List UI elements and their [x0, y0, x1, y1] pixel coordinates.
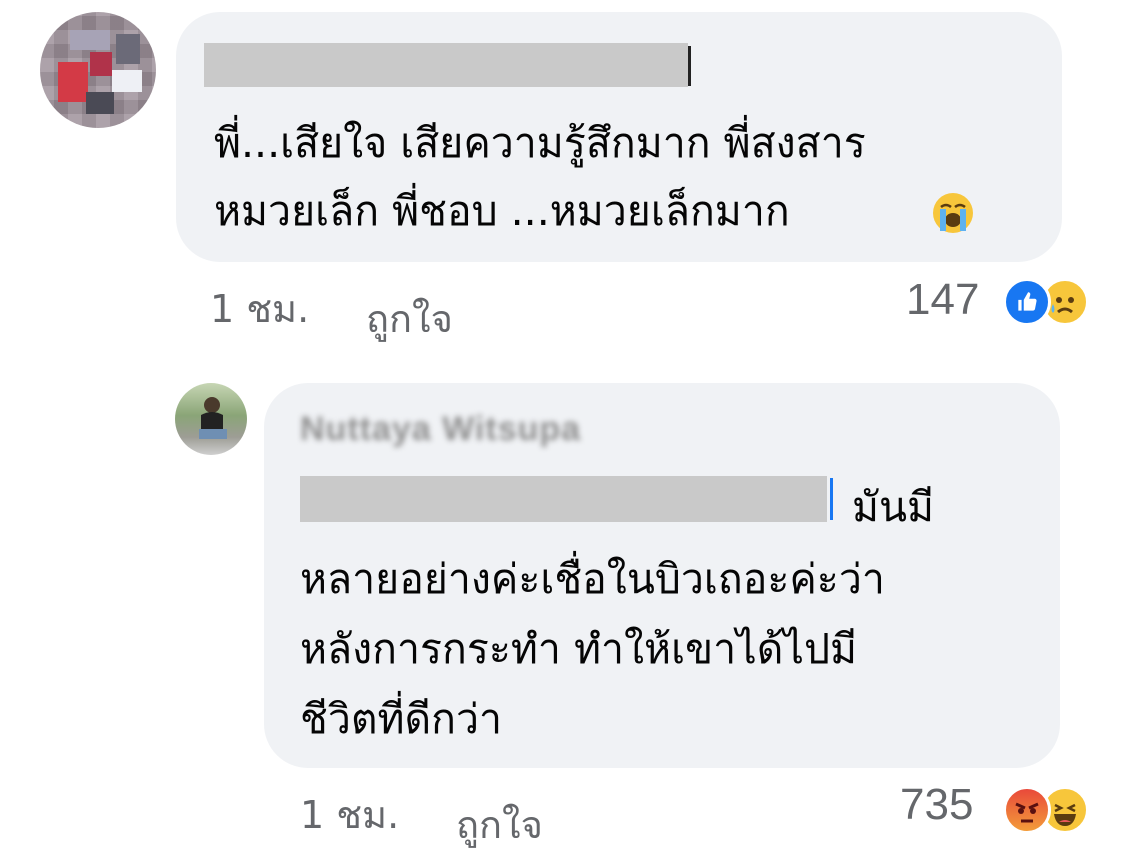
like-button[interactable]: ถูกใจ: [366, 288, 453, 349]
loudly-crying-face-icon: [933, 193, 973, 233]
comment-text: ชีวิตที่ดีกว่า: [300, 695, 502, 743]
comment-text: หมวยเล็ก พี่ชอบ ...หมวยเล็กมาก: [214, 187, 790, 235]
comment-time[interactable]: 1 ชม.: [300, 784, 399, 845]
comment-text: หลายอย่างค่ะเชื่อในบิวเถอะค่ะว่า: [300, 555, 885, 603]
comment-time[interactable]: 1 ชม.: [210, 278, 309, 339]
avatar[interactable]: [40, 12, 156, 128]
like-icon: [1003, 278, 1051, 326]
reaction-summary[interactable]: [1003, 786, 1089, 834]
redacted-author-name: [204, 43, 688, 87]
redacted-mention: [300, 476, 827, 522]
comment-thread: พี่...เสียใจ เสียความรู้สึกมาก พี่สงสาร …: [0, 0, 1125, 851]
text-cursor: [830, 478, 833, 520]
comment-text: หลังการกระทำ ทำให้เขาได้ไปมี: [300, 625, 858, 673]
like-button[interactable]: ถูกใจ: [456, 794, 543, 851]
reaction-count[interactable]: 735: [900, 780, 973, 830]
avatar[interactable]: [175, 383, 247, 455]
reaction-summary[interactable]: [1003, 278, 1089, 326]
angry-icon: [1003, 786, 1051, 834]
comment-text: พี่...เสียใจ เสียความรู้สึกมาก พี่สงสาร: [214, 119, 866, 167]
comment-author[interactable]: Nuttaya Witsupa: [300, 410, 581, 449]
comment-text: มันมี: [852, 483, 935, 531]
reaction-count[interactable]: 147: [906, 275, 979, 325]
text-cursor: [688, 46, 691, 86]
